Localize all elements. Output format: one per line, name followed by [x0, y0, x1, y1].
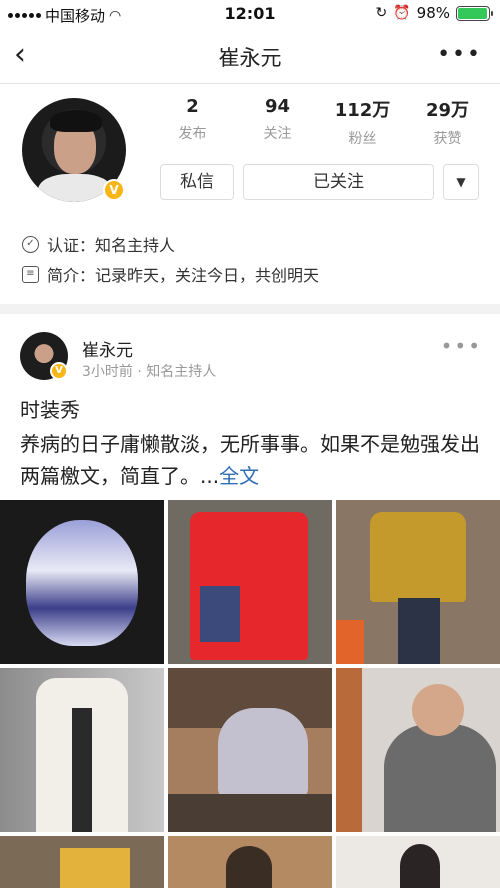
full-text-link[interactable]: 全文: [219, 464, 259, 488]
stat-posts[interactable]: 2 发布: [150, 96, 235, 148]
photo-shape: [398, 598, 440, 664]
photo-shape: [336, 668, 362, 832]
photo-shape: [400, 844, 440, 888]
post-time: 3小时前: [82, 364, 133, 380]
stat-label: 关注: [263, 126, 292, 142]
page-title: 崔永元: [218, 46, 282, 70]
battery-icon: [456, 5, 493, 21]
post-source: 知名主持人: [146, 364, 217, 380]
profile-stats: 2 发布 94 关注 112万 粉丝 29万 获赞: [150, 96, 490, 148]
photo-room[interactable]: [0, 836, 164, 888]
nav-bar: ‹ 崔永元 •••: [0, 28, 500, 84]
photo-shape: [72, 708, 92, 832]
battery-label: 98%: [416, 4, 450, 22]
rotation-lock-icon: ↻: [375, 5, 388, 21]
photo-shape: [200, 586, 240, 642]
photo-red-jacket[interactable]: [168, 500, 332, 664]
avatar-shirt: [38, 174, 112, 202]
post-body: 养病的日子庸懒散淡，无所事事。如果不是勉强发出两篇檄文，简直了。...全文: [20, 428, 480, 492]
stat-value: 94: [264, 96, 291, 117]
post-meta: 3小时前 · 知名主持人: [82, 361, 216, 381]
more-icon[interactable]: •••: [437, 42, 482, 67]
stat-followers[interactable]: 112万 粉丝: [320, 96, 405, 148]
profile-card: V 2 发布 94 关注 112万 粉丝 29万 获赞 私信 已关注 ▼ ✓ 认…: [0, 84, 500, 302]
stat-value: 2: [186, 96, 199, 117]
section-divider: [0, 304, 500, 314]
post-title: 时装秀: [20, 398, 80, 422]
stat-label: 粉丝: [348, 131, 377, 147]
photo-yellow-jacket[interactable]: [336, 500, 500, 664]
document-icon: ≡: [22, 265, 39, 283]
photo-shape: [226, 846, 272, 888]
verified-check-icon: ✓: [22, 235, 39, 253]
meta-separator: ·: [137, 364, 147, 380]
post-author[interactable]: 崔永元: [82, 336, 133, 361]
post-more-icon[interactable]: •••: [441, 334, 482, 358]
photo-shape: [384, 724, 496, 832]
status-bar: 中国移动 ◠ 12:01 ↻ ⏰ 98%: [0, 0, 500, 28]
stat-value: 29万: [425, 100, 470, 121]
follow-button[interactable]: 已关注: [243, 164, 434, 200]
photo-shape: [412, 684, 464, 736]
chevron-down-icon[interactable]: ▼: [443, 164, 479, 200]
status-right: ↻ ⏰ 98%: [375, 4, 493, 22]
verified-badge-icon: V: [50, 362, 68, 380]
battery-fill: [458, 7, 488, 19]
photo-painting-at-desk[interactable]: [168, 668, 332, 832]
photo-sewing[interactable]: [336, 668, 500, 832]
avatar-hair: [50, 110, 102, 132]
photo-shape: [168, 794, 332, 832]
verified-badge-icon: V: [103, 179, 125, 201]
alarm-icon: ⏰: [393, 5, 411, 21]
stat-following[interactable]: 94 关注: [235, 96, 320, 148]
stat-likes[interactable]: 29万 获赞: [405, 96, 490, 148]
photo-person[interactable]: [168, 836, 332, 888]
verification-text: 认证：知名主持人: [47, 236, 176, 255]
photo-shape: [336, 620, 364, 664]
photo-shape: [26, 520, 138, 646]
photo-shape: [60, 848, 130, 888]
photo-tiger-jacket[interactable]: [0, 500, 164, 664]
post-header: V 崔永元 3小时前 · 知名主持人 •••: [0, 314, 500, 384]
bio-line: ≡ 简介：记录昨天，关注今日，共创明天: [22, 262, 319, 286]
stat-label: 发布: [178, 126, 207, 142]
verification-line: ✓ 认证：知名主持人: [22, 232, 175, 256]
photo-shape: [370, 512, 466, 602]
message-button[interactable]: 私信: [160, 164, 234, 200]
bio-text: 简介：记录昨天，关注今日，共创明天: [47, 266, 320, 285]
photo-person[interactable]: [336, 836, 500, 888]
photo-shape: [218, 708, 308, 798]
stat-label: 获赞: [433, 131, 462, 147]
photo-white-coat[interactable]: [0, 668, 164, 832]
stat-value: 112万: [334, 100, 391, 121]
